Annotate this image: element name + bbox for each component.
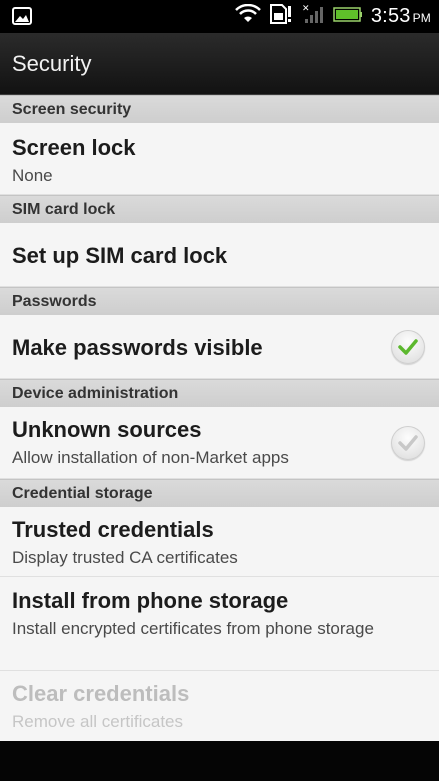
battery-icon — [333, 5, 363, 28]
page-title: Security — [12, 51, 92, 76]
section-header-credential-storage: Credential storage — [0, 479, 439, 507]
status-bar: ✕ 3:53 PM — [0, 0, 439, 33]
make-passwords-visible-label: Make passwords visible — [12, 335, 263, 360]
gallery-icon — [12, 7, 32, 25]
clear-credentials-item: Clear credentials Remove all certificate… — [0, 671, 439, 743]
make-passwords-visible-item[interactable]: Make passwords visible — [0, 315, 439, 379]
trusted-credentials-label: Trusted credentials — [12, 517, 214, 542]
setup-sim-lock-item[interactable]: Set up SIM card lock — [0, 223, 439, 287]
checkmark-icon — [398, 434, 418, 451]
wifi-icon — [234, 3, 261, 29]
checkmark-icon — [398, 338, 418, 355]
screen-lock-item[interactable]: Screen lock None — [0, 123, 439, 195]
section-header-sim-card-lock: SIM card lock — [0, 195, 439, 223]
unknown-sources-item[interactable]: Unknown sources Allow installation of no… — [0, 407, 439, 479]
title-bar: Security — [0, 33, 439, 95]
clear-credentials-summary: Remove all certificates — [12, 712, 184, 731]
bottom-bar — [0, 741, 439, 781]
screen-lock-summary: None — [12, 166, 53, 185]
unknown-sources-checkbox[interactable] — [391, 425, 425, 460]
status-time: 3:53 PM — [370, 5, 431, 27]
screen-lock-label: Screen lock — [12, 135, 136, 160]
trusted-credentials-summary: Display trusted CA certificates — [12, 548, 238, 567]
settings-list: Screen security Screen lock None SIM car… — [0, 95, 439, 743]
sim-alert-icon — [269, 3, 293, 30]
unknown-sources-summary: Allow installation of non-Market apps — [12, 448, 289, 467]
setup-sim-lock-label: Set up SIM card lock — [12, 243, 228, 268]
section-header-device-administration: Device administration — [0, 379, 439, 407]
install-from-storage-item[interactable]: Install from phone storage Install encry… — [0, 577, 439, 671]
passwords-visible-checkbox[interactable] — [391, 329, 425, 364]
clear-credentials-label: Clear credentials — [12, 681, 190, 706]
signal-icon: ✕ — [301, 3, 325, 30]
install-from-storage-summary: Install encrypted certificates from phon… — [12, 619, 374, 638]
trusted-credentials-item[interactable]: Trusted credentials Display trusted CA c… — [0, 507, 439, 577]
section-header-screen-security: Screen security — [0, 95, 439, 123]
svg-text:✕: ✕ — [302, 4, 310, 14]
unknown-sources-label: Unknown sources — [12, 417, 202, 442]
install-from-storage-label: Install from phone storage — [12, 588, 289, 613]
section-header-passwords: Passwords — [0, 287, 439, 315]
